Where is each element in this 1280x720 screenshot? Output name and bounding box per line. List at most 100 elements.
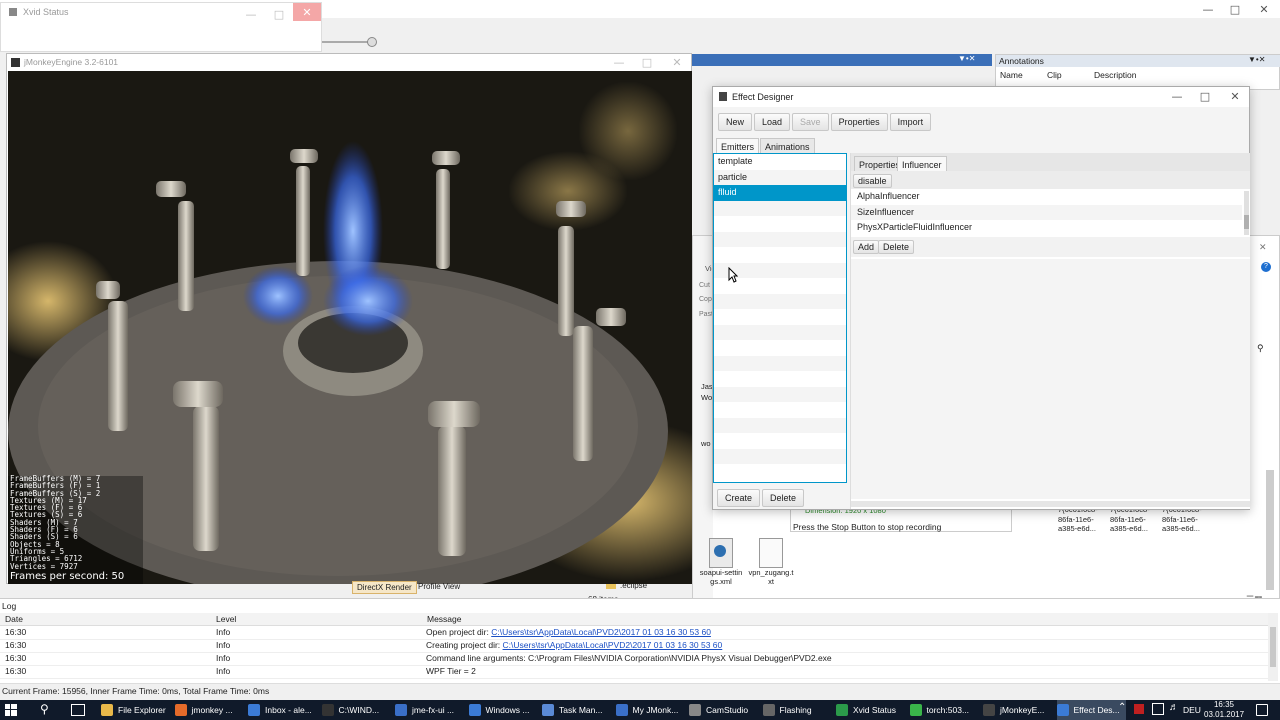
clock[interactable]: 16:35 03.01.2017 bbox=[1204, 700, 1244, 720]
effect-title: Effect Designer bbox=[732, 92, 794, 102]
log-row[interactable]: 16:30 Info WPF Tier = 2 bbox=[0, 665, 1268, 679]
tray-app-icon[interactable] bbox=[1134, 704, 1144, 714]
jme-window: jMonkeyEngine 3.2-6101 — □ ✕ FrameBuffer… bbox=[6, 53, 692, 584]
xvid-maximize-icon[interactable]: □ bbox=[265, 3, 293, 25]
col-date[interactable]: Date bbox=[5, 614, 23, 624]
notifications-icon[interactable] bbox=[1256, 704, 1268, 716]
xvid-status-window: Xvid Status — □ ✕ bbox=[0, 2, 322, 52]
search-icon[interactable]: ⚲ bbox=[1257, 343, 1264, 354]
properties-button[interactable]: Properties bbox=[830, 113, 888, 131]
annotations-col-name[interactable]: Name bbox=[1000, 70, 1023, 80]
influencer-item[interactable]: SizeInfluencer bbox=[851, 204, 1242, 220]
xvid-close-icon[interactable]: ✕ bbox=[293, 3, 321, 21]
taskbar-app-button[interactable]: Flashing bbox=[762, 700, 833, 720]
delete-influencer-button[interactable]: Delete bbox=[878, 240, 915, 254]
close-icon[interactable]: ✕ bbox=[1221, 85, 1249, 107]
panel-pin-icon[interactable]: ▼•✕ bbox=[958, 54, 975, 63]
create-button[interactable]: Create bbox=[717, 489, 761, 507]
log-message-text: Creating project dir: bbox=[426, 640, 503, 650]
side-label: Wo bbox=[701, 393, 713, 402]
influencer-scrollbar[interactable] bbox=[1244, 191, 1249, 235]
taskbar-app-button[interactable]: My JMonk... bbox=[615, 700, 686, 720]
jme-maximize-icon[interactable]: □ bbox=[633, 51, 661, 73]
render-viewport[interactable]: FrameBuffers (M) = 7 FrameBuffers (F) = … bbox=[8, 71, 692, 584]
taskbar-app-button[interactable]: Windows ... bbox=[468, 700, 539, 720]
log-message: Command line arguments: C:\Program Files… bbox=[426, 652, 832, 665]
load-button[interactable]: Load bbox=[754, 113, 791, 131]
maximize-icon[interactable]: □ bbox=[1191, 85, 1219, 107]
new-button[interactable]: New bbox=[718, 113, 753, 131]
log-row[interactable]: 16:30 Info Command line arguments: C:\Prog… bbox=[0, 652, 1268, 666]
close-icon[interactable]: ✕ bbox=[1250, 0, 1278, 20]
taskbar-app-button[interactable]: Inbox - ale... bbox=[248, 700, 318, 720]
jme-close-icon[interactable]: ✕ bbox=[663, 51, 691, 73]
slider-thumb[interactable] bbox=[367, 37, 377, 47]
network-icon[interactable] bbox=[1152, 703, 1164, 715]
start-button[interactable] bbox=[4, 703, 18, 717]
taskbar-app-label: jmonkey ... bbox=[191, 705, 233, 715]
taskbar-app-button[interactable]: jme-fx-ui ... bbox=[395, 700, 465, 720]
log-date: 16:30 bbox=[5, 640, 27, 650]
volume-icon[interactable]: ♬ bbox=[1169, 702, 1179, 713]
log-message: Open project dir: C:\Users\tsr\AppData\L… bbox=[426, 626, 711, 639]
xvid-minimize-icon[interactable]: — bbox=[237, 3, 265, 25]
xvid-title: Xvid Status bbox=[23, 7, 69, 17]
taskbar-app-button[interactable]: File Explorer bbox=[101, 700, 171, 720]
log-path-link[interactable]: C:\Users\tsr\AppData\Local\PVD2\2017 01 … bbox=[503, 640, 723, 650]
tab-directx-render[interactable]: DirectX Render bbox=[352, 581, 417, 594]
taskbar-app-button[interactable]: Effect Des... bbox=[1056, 700, 1126, 720]
disable-button[interactable]: disable bbox=[853, 174, 892, 188]
emitter-item[interactable]: template bbox=[714, 154, 846, 170]
taskbar-app-label: Flashing bbox=[779, 705, 812, 715]
taskbar-app-button[interactable]: Xvid Status bbox=[836, 700, 906, 720]
pillar bbox=[156, 181, 186, 197]
emitter-item[interactable]: flluid bbox=[714, 185, 846, 201]
minimize-icon[interactable]: — bbox=[1163, 85, 1191, 107]
col-message[interactable]: Message bbox=[427, 614, 462, 624]
effect-designer-window: Effect Designer — □ ✕ New Load Save Propert… bbox=[712, 86, 1250, 510]
horizontal-scrollbar[interactable] bbox=[851, 501, 1250, 507]
taskbar-app-button[interactable]: torch:503... bbox=[909, 700, 980, 720]
influencer-item[interactable]: AlphaInfluencer bbox=[851, 189, 1242, 205]
jme-minimize-icon[interactable]: — bbox=[605, 51, 633, 73]
panel-pin-icon[interactable]: ▼•✕ bbox=[1248, 55, 1265, 64]
pillar bbox=[558, 226, 574, 336]
taskbar-app-button[interactable]: C:\WIND... bbox=[321, 700, 392, 720]
taskbar-app-label: Task Man... bbox=[559, 705, 603, 715]
import-button[interactable]: Import bbox=[889, 113, 932, 131]
log-scrollbar[interactable] bbox=[1268, 613, 1278, 681]
pillar bbox=[436, 169, 450, 269]
language-indicator[interactable]: DEU bbox=[1183, 705, 1201, 715]
log-message-text: WPF Tier = 2 bbox=[426, 666, 476, 676]
influencer-item[interactable]: PhysXParticleFluidInfluencer bbox=[851, 220, 1242, 236]
emitter-item[interactable]: particle bbox=[714, 169, 846, 185]
maximize-icon[interactable]: □ bbox=[1221, 0, 1249, 20]
tab-profile-view[interactable]: Profile View bbox=[415, 581, 463, 592]
taskbar-app-button[interactable]: CamStudio bbox=[689, 700, 759, 720]
taskbar-app-button[interactable]: jMonkeyE... bbox=[983, 700, 1053, 720]
task-view-icon[interactable] bbox=[71, 704, 85, 716]
annotations-col-description[interactable]: Description bbox=[1094, 70, 1137, 80]
pillar bbox=[108, 301, 128, 431]
col-level[interactable]: Level bbox=[216, 614, 236, 624]
delete-emitter-button[interactable]: Delete bbox=[762, 489, 805, 507]
taskbar-app-button[interactable]: Task Man... bbox=[542, 700, 612, 720]
close-icon[interactable]: ✕ bbox=[1259, 242, 1267, 253]
help-icon[interactable]: ? bbox=[1261, 262, 1271, 272]
annotations-title: Annotations bbox=[999, 56, 1044, 66]
file-item[interactable]: soapui-settings.xml bbox=[698, 538, 744, 586]
minimize-icon[interactable]: — bbox=[1194, 0, 1222, 20]
taskbar-app-button[interactable]: jmonkey ... bbox=[174, 700, 245, 720]
tray-up-icon[interactable]: ⌃ bbox=[1118, 702, 1126, 713]
log-row[interactable]: 16:30 Info Creating project dir: C:\Users\… bbox=[0, 639, 1268, 653]
add-influencer-button[interactable]: Add bbox=[853, 240, 880, 254]
taskbar-app-label: Xvid Status bbox=[853, 705, 896, 715]
save-button[interactable]: Save bbox=[792, 113, 829, 131]
file-item[interactable]: vpn_zugang.txt bbox=[748, 538, 794, 586]
log-row[interactable]: 16:30 Info Open project dir: C:\Users\tsr\… bbox=[0, 626, 1268, 640]
search-icon[interactable]: ⚲ bbox=[40, 702, 49, 716]
slider-track[interactable] bbox=[322, 41, 372, 43]
annotations-col-clip[interactable]: Clip bbox=[1047, 70, 1062, 80]
log-path-link[interactable]: C:\Users\tsr\AppData\Local\PVD2\2017 01 … bbox=[491, 627, 711, 637]
explorer-scrollbar[interactable] bbox=[1266, 470, 1274, 590]
